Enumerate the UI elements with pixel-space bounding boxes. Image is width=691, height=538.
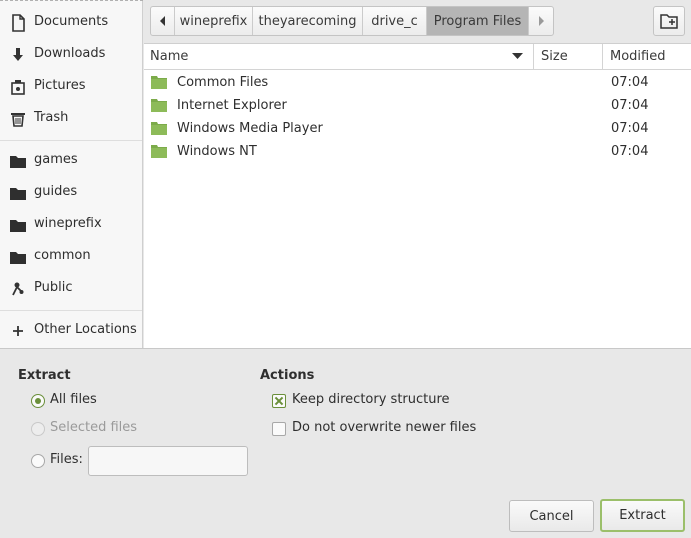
file-modified: 07:04 bbox=[611, 98, 649, 113]
actions-section-title: Actions bbox=[260, 368, 315, 383]
sidebar-item-trash[interactable]: Trash bbox=[0, 103, 142, 135]
folder-icon bbox=[151, 122, 167, 135]
download-icon bbox=[13, 48, 23, 61]
sidebar-top-border bbox=[0, 0, 143, 1]
selected-files-label[interactable]: Selected files bbox=[50, 420, 137, 435]
file-modified: 07:04 bbox=[611, 144, 649, 159]
sort-descending-icon bbox=[512, 53, 523, 59]
sidebar-item-games[interactable]: games bbox=[0, 145, 142, 177]
file-modified: 07:04 bbox=[611, 121, 649, 136]
file-name: Windows NT bbox=[177, 144, 257, 159]
panel-divider bbox=[0, 348, 691, 349]
column-name-label: Name bbox=[150, 49, 189, 64]
file-list: Name Size Modified Common Files 07:04 In… bbox=[144, 43, 691, 349]
cancel-button[interactable]: Cancel bbox=[509, 500, 594, 532]
column-header-modified[interactable]: Modified bbox=[610, 44, 690, 69]
share-icon bbox=[12, 282, 24, 296]
files-label[interactable]: Files: bbox=[50, 452, 83, 467]
sidebar-item-pictures[interactable]: Pictures bbox=[0, 71, 142, 103]
sidebar-item-guides[interactable]: guides bbox=[0, 177, 142, 209]
document-icon bbox=[12, 14, 25, 32]
crumb-wineprefix[interactable]: wineprefix bbox=[175, 7, 253, 35]
extract-button[interactable]: Extract bbox=[600, 499, 685, 532]
sidebar-item-label: common bbox=[34, 248, 91, 263]
file-name: Common Files bbox=[177, 75, 269, 90]
column-header-size[interactable]: Size bbox=[541, 44, 601, 69]
column-header-name[interactable]: Name bbox=[150, 44, 530, 69]
table-row[interactable]: Common Files 07:04 bbox=[144, 72, 691, 95]
column-separator bbox=[602, 44, 603, 69]
file-name: Windows Media Player bbox=[177, 121, 323, 136]
folder-icon bbox=[151, 76, 167, 89]
sidebar-item-wineprefix[interactable]: wineprefix bbox=[0, 209, 142, 241]
trash-icon bbox=[11, 113, 25, 127]
no-overwrite-label[interactable]: Do not overwrite newer files bbox=[292, 420, 476, 435]
column-separator bbox=[533, 44, 534, 69]
sidebar-item-other-locations[interactable]: Other Locations bbox=[0, 315, 142, 347]
folder-icon bbox=[151, 145, 167, 158]
files-radio[interactable] bbox=[31, 454, 45, 468]
folder-icon bbox=[10, 252, 26, 264]
sidebar-item-label: Other Locations bbox=[34, 322, 137, 337]
crumb-drive-c[interactable]: drive_c bbox=[363, 7, 427, 35]
sidebar-item-label: guides bbox=[34, 184, 78, 199]
crumb-theyarecoming[interactable]: theyarecoming bbox=[253, 7, 363, 35]
new-folder-button[interactable] bbox=[653, 6, 685, 36]
folder-icon bbox=[10, 220, 26, 232]
sidebar-item-common[interactable]: common bbox=[0, 241, 142, 273]
no-overwrite-checkbox[interactable] bbox=[272, 422, 286, 436]
column-modified-label: Modified bbox=[610, 49, 666, 64]
path-bar: wineprefix theyarecoming drive_c Program… bbox=[150, 6, 554, 36]
sidebar-item-label: games bbox=[34, 152, 78, 167]
path-scroll-left-button[interactable] bbox=[151, 7, 175, 35]
files-pattern-input[interactable] bbox=[88, 446, 248, 476]
column-size-label: Size bbox=[541, 49, 568, 64]
sidebar-item-label: Documents bbox=[34, 14, 109, 29]
keep-structure-checkbox[interactable] bbox=[272, 394, 286, 408]
all-files-label[interactable]: All files bbox=[50, 392, 97, 407]
chevron-left-icon bbox=[159, 16, 165, 26]
table-row[interactable]: Internet Explorer 07:04 bbox=[144, 95, 691, 118]
crumb-program-files[interactable]: Program Files bbox=[427, 7, 529, 35]
places-sidebar: Documents Downloads Pictures Trash games… bbox=[0, 0, 143, 349]
selected-files-radio[interactable] bbox=[31, 422, 45, 436]
folder-icon bbox=[151, 99, 167, 112]
file-name: Internet Explorer bbox=[177, 98, 287, 113]
sidebar-divider bbox=[0, 310, 142, 311]
sidebar-item-label: Trash bbox=[34, 110, 69, 125]
table-row[interactable]: Windows NT 07:04 bbox=[144, 141, 691, 164]
all-files-radio[interactable] bbox=[31, 394, 45, 408]
folder-icon bbox=[10, 156, 26, 168]
table-row[interactable]: Windows Media Player 07:04 bbox=[144, 118, 691, 141]
plus-icon bbox=[13, 326, 23, 336]
sidebar-item-label: Public bbox=[34, 280, 73, 295]
keep-structure-label[interactable]: Keep directory structure bbox=[292, 392, 450, 407]
extract-section-title: Extract bbox=[18, 368, 71, 383]
sidebar-item-documents[interactable]: Documents bbox=[0, 7, 142, 39]
path-scroll-right-button[interactable] bbox=[529, 7, 553, 35]
sidebar-item-label: wineprefix bbox=[34, 216, 102, 231]
sidebar-item-label: Downloads bbox=[34, 46, 106, 61]
new-folder-icon bbox=[660, 14, 678, 29]
folder-icon bbox=[10, 188, 26, 200]
sidebar-item-downloads[interactable]: Downloads bbox=[0, 39, 142, 71]
chevron-right-icon bbox=[539, 16, 544, 26]
file-modified: 07:04 bbox=[611, 75, 649, 90]
file-list-header: Name Size Modified bbox=[144, 44, 691, 70]
sidebar-item-public[interactable]: Public bbox=[0, 273, 142, 305]
sidebar-divider bbox=[0, 140, 142, 141]
sidebar-item-label: Pictures bbox=[34, 78, 86, 93]
picture-icon bbox=[11, 80, 25, 95]
